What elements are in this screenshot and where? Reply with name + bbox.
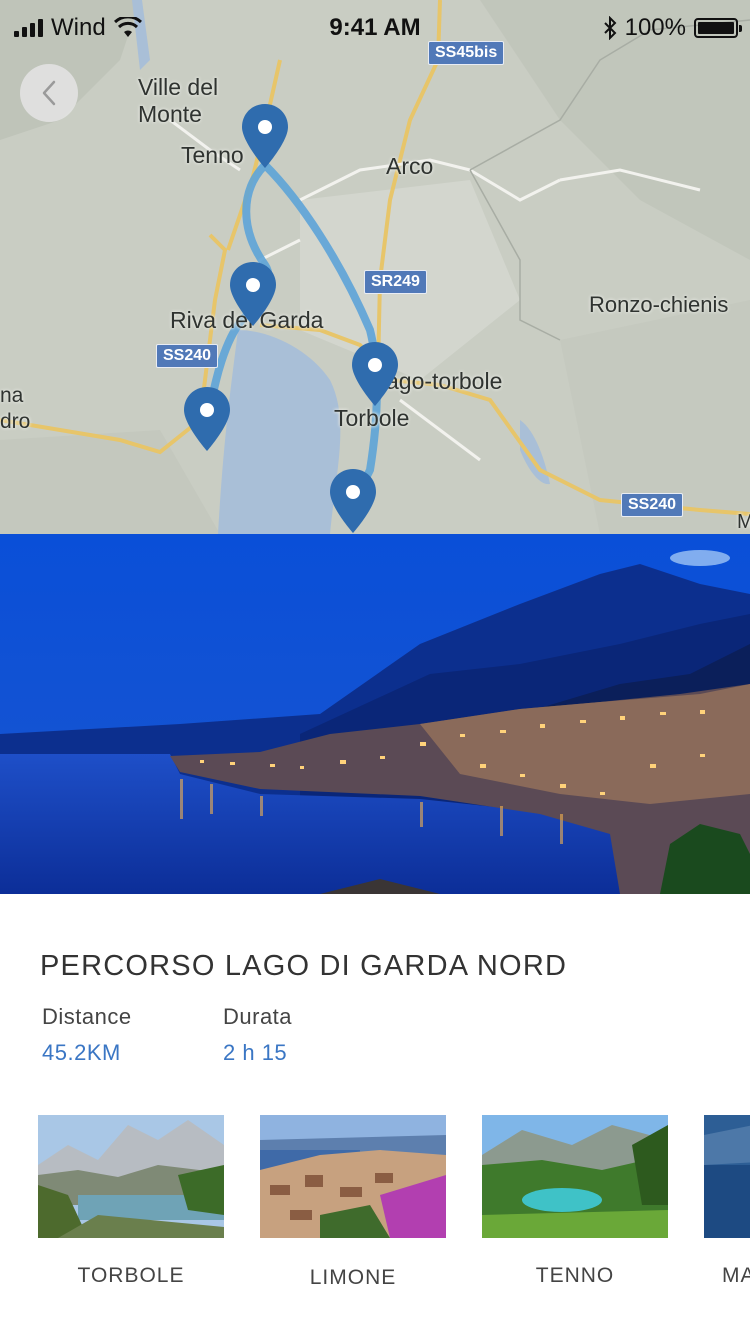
map-canvas: [0, 0, 750, 534]
place-thumbnail: [482, 1115, 668, 1238]
map-pin-icon[interactable]: [230, 262, 276, 326]
place-card-torbole[interactable]: TORBOLE: [38, 1115, 224, 1288]
map-pin-icon[interactable]: [352, 342, 398, 406]
map-label-ville-del-monte: Ville del Monte: [138, 74, 219, 127]
hero-image: [0, 534, 750, 894]
distance-value: 45.2KM: [42, 1040, 121, 1065]
place-name: TORBOLE: [77, 1264, 185, 1287]
map-label-dro: dro: [0, 410, 31, 433]
map-pin-icon[interactable]: [330, 469, 376, 533]
battery-icon: [694, 18, 742, 38]
duration-stat: Durata 2 h 15: [223, 1004, 292, 1066]
road-shield-ss240: SS240: [156, 344, 219, 368]
map-label-nago-torbole: ago-torbole: [386, 368, 503, 394]
place-card-ma[interactable]: MA: [704, 1115, 750, 1288]
place-name: LIMONE: [309, 1266, 397, 1289]
route-map[interactable]: Ville del Monte Tenno Arco Riva del Gard…: [0, 0, 750, 534]
bluetooth-icon: [603, 16, 617, 40]
status-right: 100%: [603, 14, 742, 42]
road-shield-sr249: SR249: [364, 270, 427, 294]
distance-stat: Distance 45.2KM: [42, 1004, 132, 1066]
place-name: TENNO: [535, 1264, 615, 1287]
map-label-ronzo-chienis: Ronzo-chienis: [589, 292, 729, 317]
battery-percent: 100%: [624, 14, 686, 41]
place-thumbnail: [38, 1115, 224, 1238]
map-label-torbole: Torbole: [334, 405, 410, 431]
places-carousel[interactable]: TORBOLE LIMONE TENNO MA: [0, 1115, 750, 1295]
road-shield-ss240: SS240: [621, 493, 684, 517]
status-bar: Wind 9:41 AM 100%: [0, 0, 750, 56]
place-thumbnail: [704, 1115, 750, 1238]
place-card-tenno[interactable]: TENNO: [482, 1115, 668, 1288]
chevron-left-icon: [42, 80, 56, 106]
map-pin-icon[interactable]: [242, 104, 288, 168]
lake-night-photo: [0, 534, 750, 894]
map-label-arco: Arco: [386, 153, 434, 179]
map-label-tenno: Tenno: [181, 142, 244, 168]
back-button[interactable]: [20, 64, 78, 122]
duration-value: 2 h 15: [223, 1040, 288, 1065]
distance-label: Distance: [42, 1004, 132, 1029]
map-pin-icon[interactable]: [184, 387, 230, 451]
map-label-m: M: [737, 511, 750, 533]
duration-label: Durata: [223, 1004, 293, 1029]
map-label-na: na: [0, 384, 24, 407]
route-title: PERCORSO LAGO DI GARDA NORD: [40, 950, 568, 982]
place-card-limone[interactable]: LIMONE: [260, 1115, 446, 1290]
place-thumbnail: [260, 1115, 446, 1238]
place-name: MA: [722, 1264, 750, 1287]
